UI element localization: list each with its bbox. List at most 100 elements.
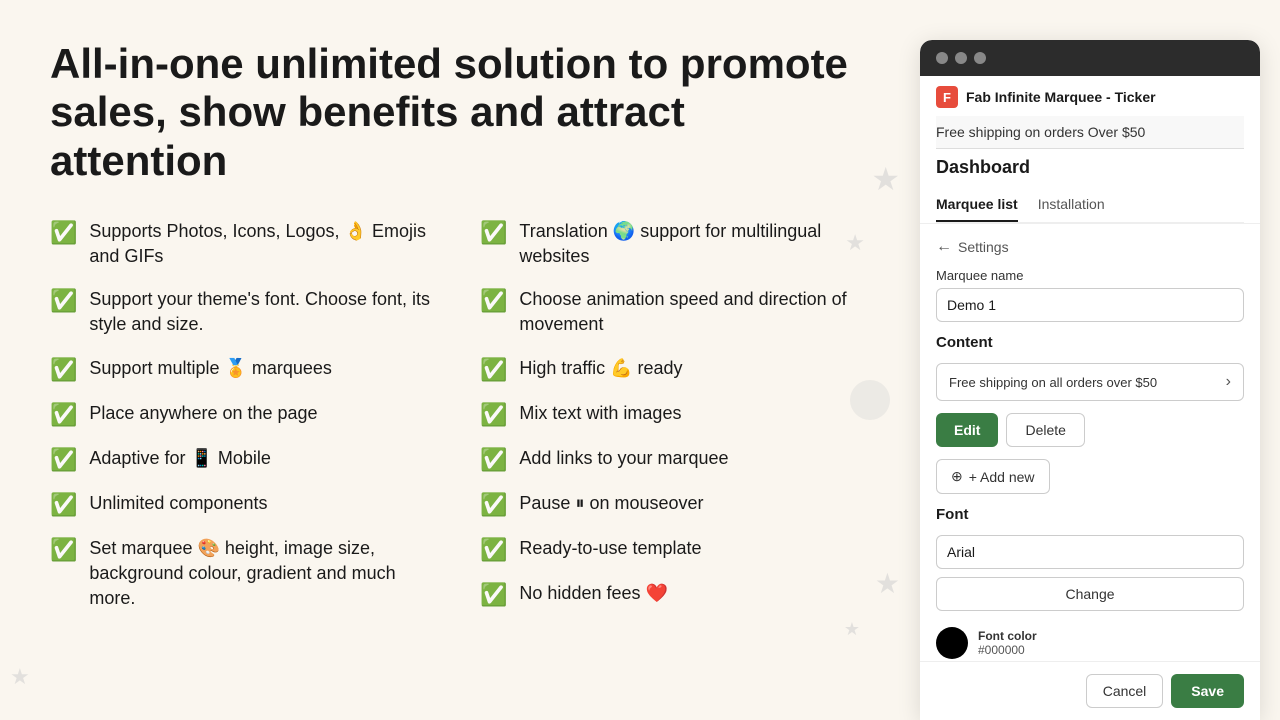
tab-installation[interactable]: Installation (1038, 188, 1105, 222)
back-label: Settings (958, 239, 1009, 255)
check-icon: ✅ (50, 492, 77, 518)
save-button[interactable]: Save (1171, 674, 1244, 708)
feature-item: ✅ Supports Photos, Icons, Logos, 👌 Emoji… (50, 219, 440, 269)
features-grid: ✅ Supports Photos, Icons, Logos, 👌 Emoji… (50, 219, 870, 611)
check-icon: ✅ (480, 447, 507, 473)
app-panel: F Fab Infinite Marquee - Ticker Free shi… (920, 40, 1260, 720)
deco-star-3: ★ (875, 567, 900, 600)
check-icon: ✅ (50, 220, 77, 246)
cancel-button[interactable]: Cancel (1086, 674, 1164, 708)
traffic-dot-2 (955, 52, 967, 64)
add-icon: ⊕ (951, 468, 963, 485)
traffic-dot-1 (936, 52, 948, 64)
tabs-row: Marquee list Installation (936, 188, 1244, 223)
check-icon: ✅ (50, 288, 77, 314)
feature-text: Adaptive for 📱 Mobile (89, 446, 271, 471)
feature-item: ✅ Add links to your marquee (480, 446, 870, 473)
font-section-label: Font (936, 506, 1244, 523)
deco-star-4: ★ (10, 664, 30, 690)
feature-item: ✅ Adaptive for 📱 Mobile (50, 446, 440, 473)
feature-text: Pause ⏸ on mouseover (519, 491, 703, 516)
app-logo-row: F Fab Infinite Marquee - Ticker (936, 86, 1244, 116)
add-new-label: + Add new (969, 469, 1035, 485)
feature-item: ✅ Choose animation speed and direction o… (480, 287, 870, 337)
marquee-name-label: Marquee name (936, 268, 1244, 283)
feature-text: Support multiple 🏅 marquees (89, 356, 332, 381)
back-arrow-icon: ← (936, 238, 952, 256)
features-col1: ✅ Supports Photos, Icons, Logos, 👌 Emoji… (50, 219, 440, 611)
color-info: Font color #000000 (978, 629, 1037, 657)
check-icon: ✅ (480, 288, 507, 314)
feature-item: ✅ No hidden fees ❤️ (480, 581, 870, 608)
font-input[interactable] (936, 535, 1244, 569)
back-button[interactable]: ← Settings (936, 238, 1244, 256)
feature-text: Supports Photos, Icons, Logos, 👌 Emojis … (89, 219, 440, 269)
chevron-right-icon: › (1226, 373, 1231, 391)
font-field: Change (936, 535, 1244, 611)
edit-delete-row: Edit Delete (936, 413, 1244, 447)
features-col2: ✅ Translation 🌍 support for multilingual… (480, 219, 870, 611)
traffic-dot-3 (974, 52, 986, 64)
check-icon: ✅ (50, 537, 77, 563)
feature-item: ✅ Support your theme's font. Choose font… (50, 287, 440, 337)
feature-text: Set marquee 🎨 height, image size, backgr… (89, 536, 440, 612)
feature-text: Support your theme's font. Choose font, … (89, 287, 440, 337)
check-icon: ✅ (50, 402, 77, 428)
font-section: Font (936, 506, 1244, 523)
feature-item: ✅ Mix text with images (480, 401, 870, 428)
ticker-text: Free shipping on orders Over $50 (936, 124, 1145, 140)
check-icon: ✅ (50, 447, 77, 473)
content-item-row[interactable]: Free shipping on all orders over $50 › (936, 363, 1244, 401)
marquee-name-input[interactable] (936, 288, 1244, 322)
feature-item: ✅ Support multiple 🏅 marquees (50, 356, 440, 383)
change-font-button[interactable]: Change (936, 577, 1244, 611)
deco-star-5: ★ (844, 619, 860, 640)
marquee-name-field: Marquee name (936, 268, 1244, 322)
check-icon: ✅ (480, 492, 507, 518)
feature-item: ✅ Translation 🌍 support for multilingual… (480, 219, 870, 269)
feature-text: Choose animation speed and direction of … (519, 287, 870, 337)
delete-button[interactable]: Delete (1006, 413, 1084, 447)
check-icon: ✅ (480, 402, 507, 428)
main-title: All-in-one unlimited solution to promote… (50, 40, 870, 185)
feature-text: Translation 🌍 support for multilingual w… (519, 219, 870, 269)
feature-text: Mix text with images (519, 401, 681, 426)
feature-text: Ready-to-use template (519, 536, 701, 561)
feature-item: ✅ Place anywhere on the page (50, 401, 440, 428)
left-panel: ★ ★ ★ ★ ★ All-in-one unlimited solution … (0, 0, 920, 720)
color-swatch[interactable] (936, 627, 968, 659)
app-footer: Cancel Save (920, 661, 1260, 720)
feature-text: Place anywhere on the page (89, 401, 317, 426)
content-section: Content (936, 334, 1244, 351)
feature-text: Unlimited components (89, 491, 267, 516)
content-section-label: Content (936, 334, 1244, 351)
content-item-text: Free shipping on all orders over $50 (949, 375, 1157, 390)
app-logo-icon: F (936, 86, 958, 108)
font-color-label: Font color (978, 629, 1037, 643)
app-body: ← Settings Marquee name Content Free shi… (920, 224, 1260, 661)
check-icon: ✅ (480, 357, 507, 383)
deco-circle-1 (850, 380, 890, 420)
deco-star-2: ★ (845, 230, 865, 256)
add-new-button[interactable]: ⊕ + Add new (936, 459, 1050, 494)
feature-item: ✅ Ready-to-use template (480, 536, 870, 563)
app-logo-title: Fab Infinite Marquee - Ticker (966, 89, 1156, 105)
feature-text: Add links to your marquee (519, 446, 728, 471)
marquee-ticker: Free shipping on orders Over $50 (936, 116, 1244, 149)
feature-item: ✅ Set marquee 🎨 height, image size, back… (50, 536, 440, 612)
check-icon: ✅ (480, 582, 507, 608)
dashboard-label: Dashboard (936, 149, 1244, 188)
feature-item: ✅ High traffic 💪 ready (480, 356, 870, 383)
check-icon: ✅ (480, 537, 507, 563)
feature-item: ✅ Pause ⏸ on mouseover (480, 491, 870, 518)
feature-text: No hidden fees ❤️ (519, 581, 668, 606)
feature-text: High traffic 💪 ready (519, 356, 682, 381)
app-header: F Fab Infinite Marquee - Ticker Free shi… (920, 76, 1260, 224)
check-icon: ✅ (480, 220, 507, 246)
feature-item: ✅ Unlimited components (50, 491, 440, 518)
edit-button[interactable]: Edit (936, 413, 998, 447)
deco-star-1: ★ (871, 160, 900, 198)
check-icon: ✅ (50, 357, 77, 383)
tab-marquee-list[interactable]: Marquee list (936, 188, 1018, 222)
app-logo-letter: F (943, 90, 951, 105)
